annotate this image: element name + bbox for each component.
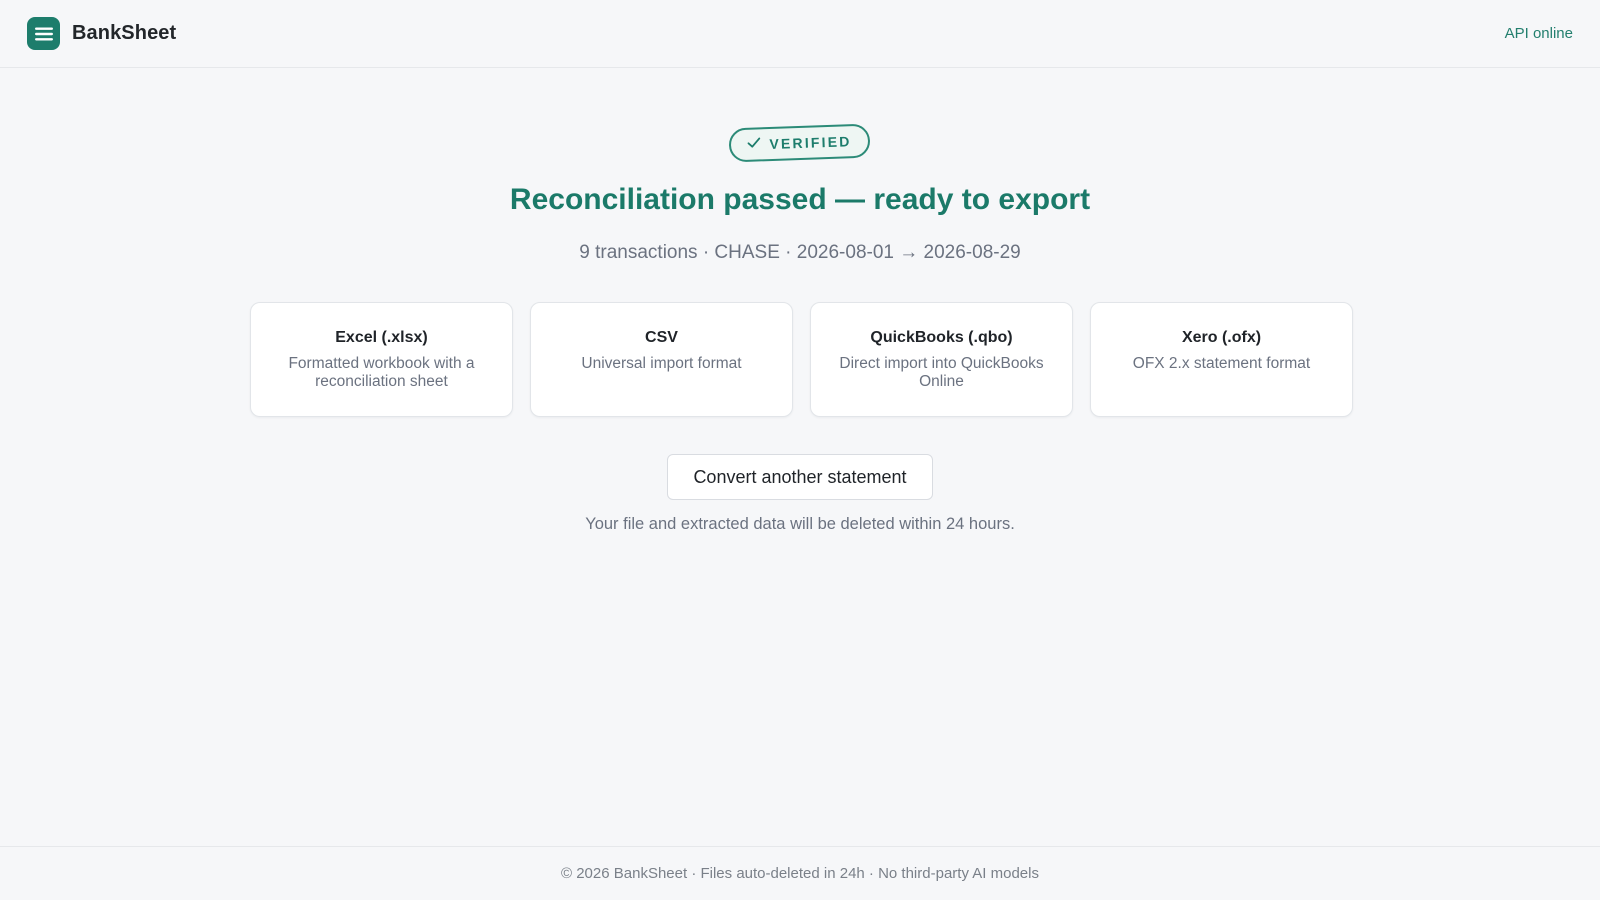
export-xero-card[interactable]: Xero (.ofx) OFX 2.x statement format <box>1090 302 1353 417</box>
export-panel: VERIFIED Reconciliation passed — ready t… <box>0 68 1600 846</box>
api-status: API online <box>1504 25 1573 42</box>
retention-note: Your file and extracted data will be del… <box>585 515 1015 533</box>
check-icon <box>747 135 762 153</box>
statement-summary: 9 transactions · CHASE · 2026-08-01 → 20… <box>579 242 1021 263</box>
format-name: Excel (.xlsx) <box>335 329 428 346</box>
format-name: QuickBooks (.qbo) <box>870 329 1013 346</box>
export-format-list: Excel (.xlsx) Formatted workbook with a … <box>250 302 1353 417</box>
brand[interactable]: BankSheet <box>27 17 176 50</box>
format-description: Universal import format <box>581 355 742 372</box>
export-csv-card[interactable]: CSV Universal import format <box>530 302 793 417</box>
export-excel-card[interactable]: Excel (.xlsx) Formatted workbook with a … <box>250 302 513 417</box>
list-lines-icon <box>27 17 60 50</box>
format-name: CSV <box>645 329 678 346</box>
export-quickbooks-card[interactable]: QuickBooks (.qbo) Direct import into Qui… <box>810 302 1073 417</box>
format-name: Xero (.ofx) <box>1181 329 1262 346</box>
top-bar: BankSheet API online <box>0 0 1600 68</box>
format-description: Formatted workbook with a reconciliation… <box>288 355 475 390</box>
page-title: Reconciliation passed — ready to export <box>509 183 1091 216</box>
verified-badge-label: VERIFIED <box>769 133 852 153</box>
convert-another-button[interactable]: Convert another statement <box>667 454 933 500</box>
footer: © 2026 BankSheet · Files auto-deleted in… <box>0 846 1600 900</box>
format-description: Direct import into QuickBooks Online <box>839 355 1044 390</box>
footer-text: © 2026 BankSheet · Files auto-deleted in… <box>561 865 1039 882</box>
format-description: OFX 2.x statement format <box>1132 355 1311 372</box>
verified-badge: VERIFIED <box>728 123 871 163</box>
app-name: BankSheet <box>72 22 177 44</box>
